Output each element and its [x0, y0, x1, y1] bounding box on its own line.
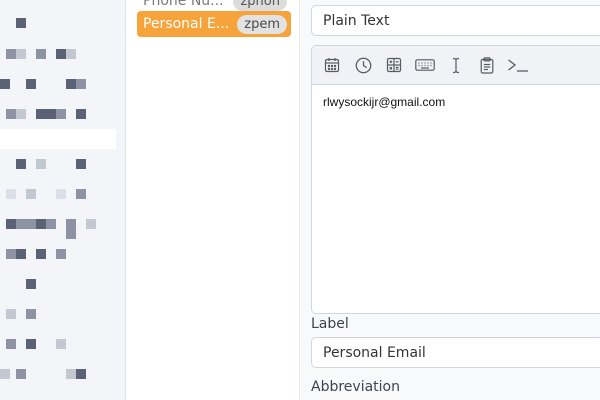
blurred-pixel	[16, 18, 26, 28]
content-type-value: Plain Text	[323, 12, 390, 29]
blurred-pixel	[6, 339, 16, 349]
text-cursor-icon[interactable]	[444, 53, 468, 77]
label-input-value: Personal Email	[323, 344, 426, 361]
snippet-content-editor[interactable]: rlwysockijr@gmail.com	[311, 84, 600, 314]
blurred-pixel	[26, 339, 36, 349]
blurred-pixel	[16, 369, 26, 379]
blurred-pixel	[6, 109, 16, 119]
insert-toolbar	[311, 45, 600, 84]
blurred-pixel	[36, 109, 46, 119]
blurred-pixel	[46, 219, 56, 229]
snippet-name: Personal E...	[143, 16, 230, 32]
blurred-pixel	[6, 189, 16, 199]
blurred-pixel	[16, 49, 26, 59]
clipboard-icon[interactable]	[475, 53, 499, 77]
blurred-pixel	[66, 49, 76, 59]
blurred-pixel	[56, 249, 66, 259]
blurred-pixel	[66, 219, 76, 229]
blurred-pixel	[76, 109, 86, 119]
snippet-name: Phone Nu...	[143, 0, 224, 9]
snippet-item-personal-email[interactable]: Personal E... zpem	[137, 11, 291, 37]
blurred-pixel	[6, 309, 16, 319]
blurred-pixel	[16, 109, 26, 119]
blurred-pixel	[6, 219, 16, 229]
label-input[interactable]: Personal Email	[311, 337, 600, 368]
blurred-pixel	[6, 249, 16, 259]
blurred-pixel	[16, 249, 26, 259]
blurred-pixel	[56, 339, 66, 349]
abbreviation-field-title: Abbreviation	[311, 379, 400, 395]
blurred-pixel	[56, 109, 66, 119]
blurred-pixel	[16, 219, 26, 229]
blurred-pixel	[76, 159, 86, 169]
blurred-pixel	[66, 79, 76, 89]
blurred-pixel	[76, 369, 86, 379]
label-field-title: Label	[311, 316, 349, 332]
sidebar-selected-row	[0, 129, 116, 149]
blurred-pixel	[16, 159, 26, 169]
blurred-pixel	[36, 49, 46, 59]
snippet-list: Phone Nu... zphon Personal E... zpem	[127, 0, 300, 400]
terminal-icon[interactable]	[506, 53, 530, 77]
blurred-pixel	[46, 109, 56, 119]
blurred-pixel	[86, 219, 96, 229]
blurred-pixel	[36, 159, 46, 169]
blurred-pixel	[56, 189, 66, 199]
blurred-pixel	[6, 49, 16, 59]
blurred-pixel	[56, 49, 66, 59]
calendar-icon[interactable]	[320, 53, 344, 77]
snippet-editor: Plain Text rlwysockijr@gmail.com Label P…	[301, 0, 600, 400]
snippet-abbreviation-badge: zphon	[233, 0, 287, 11]
blurred-pixel	[0, 369, 10, 379]
blurred-pixel	[36, 249, 46, 259]
blurred-pixel	[66, 369, 76, 379]
blurred-sidebar	[0, 0, 126, 400]
blurred-pixel	[26, 79, 36, 89]
blurred-pixel	[26, 279, 36, 289]
blurred-pixel	[26, 189, 36, 199]
content-type-select[interactable]: Plain Text	[311, 5, 600, 36]
blurred-pixel	[76, 189, 86, 199]
blurred-pixel	[26, 219, 36, 229]
blurred-pixel	[26, 309, 36, 319]
blurred-pixel	[36, 219, 46, 229]
snippet-abbreviation-badge: zpem	[237, 14, 287, 34]
snippet-content-text: rlwysockijr@gmail.com	[323, 95, 446, 109]
calculator-icon[interactable]	[382, 53, 406, 77]
keyboard-icon[interactable]	[413, 53, 437, 77]
blurred-pixel	[66, 229, 76, 239]
blurred-pixel	[76, 79, 86, 89]
blurred-pixel	[0, 79, 10, 89]
clock-icon[interactable]	[351, 53, 375, 77]
